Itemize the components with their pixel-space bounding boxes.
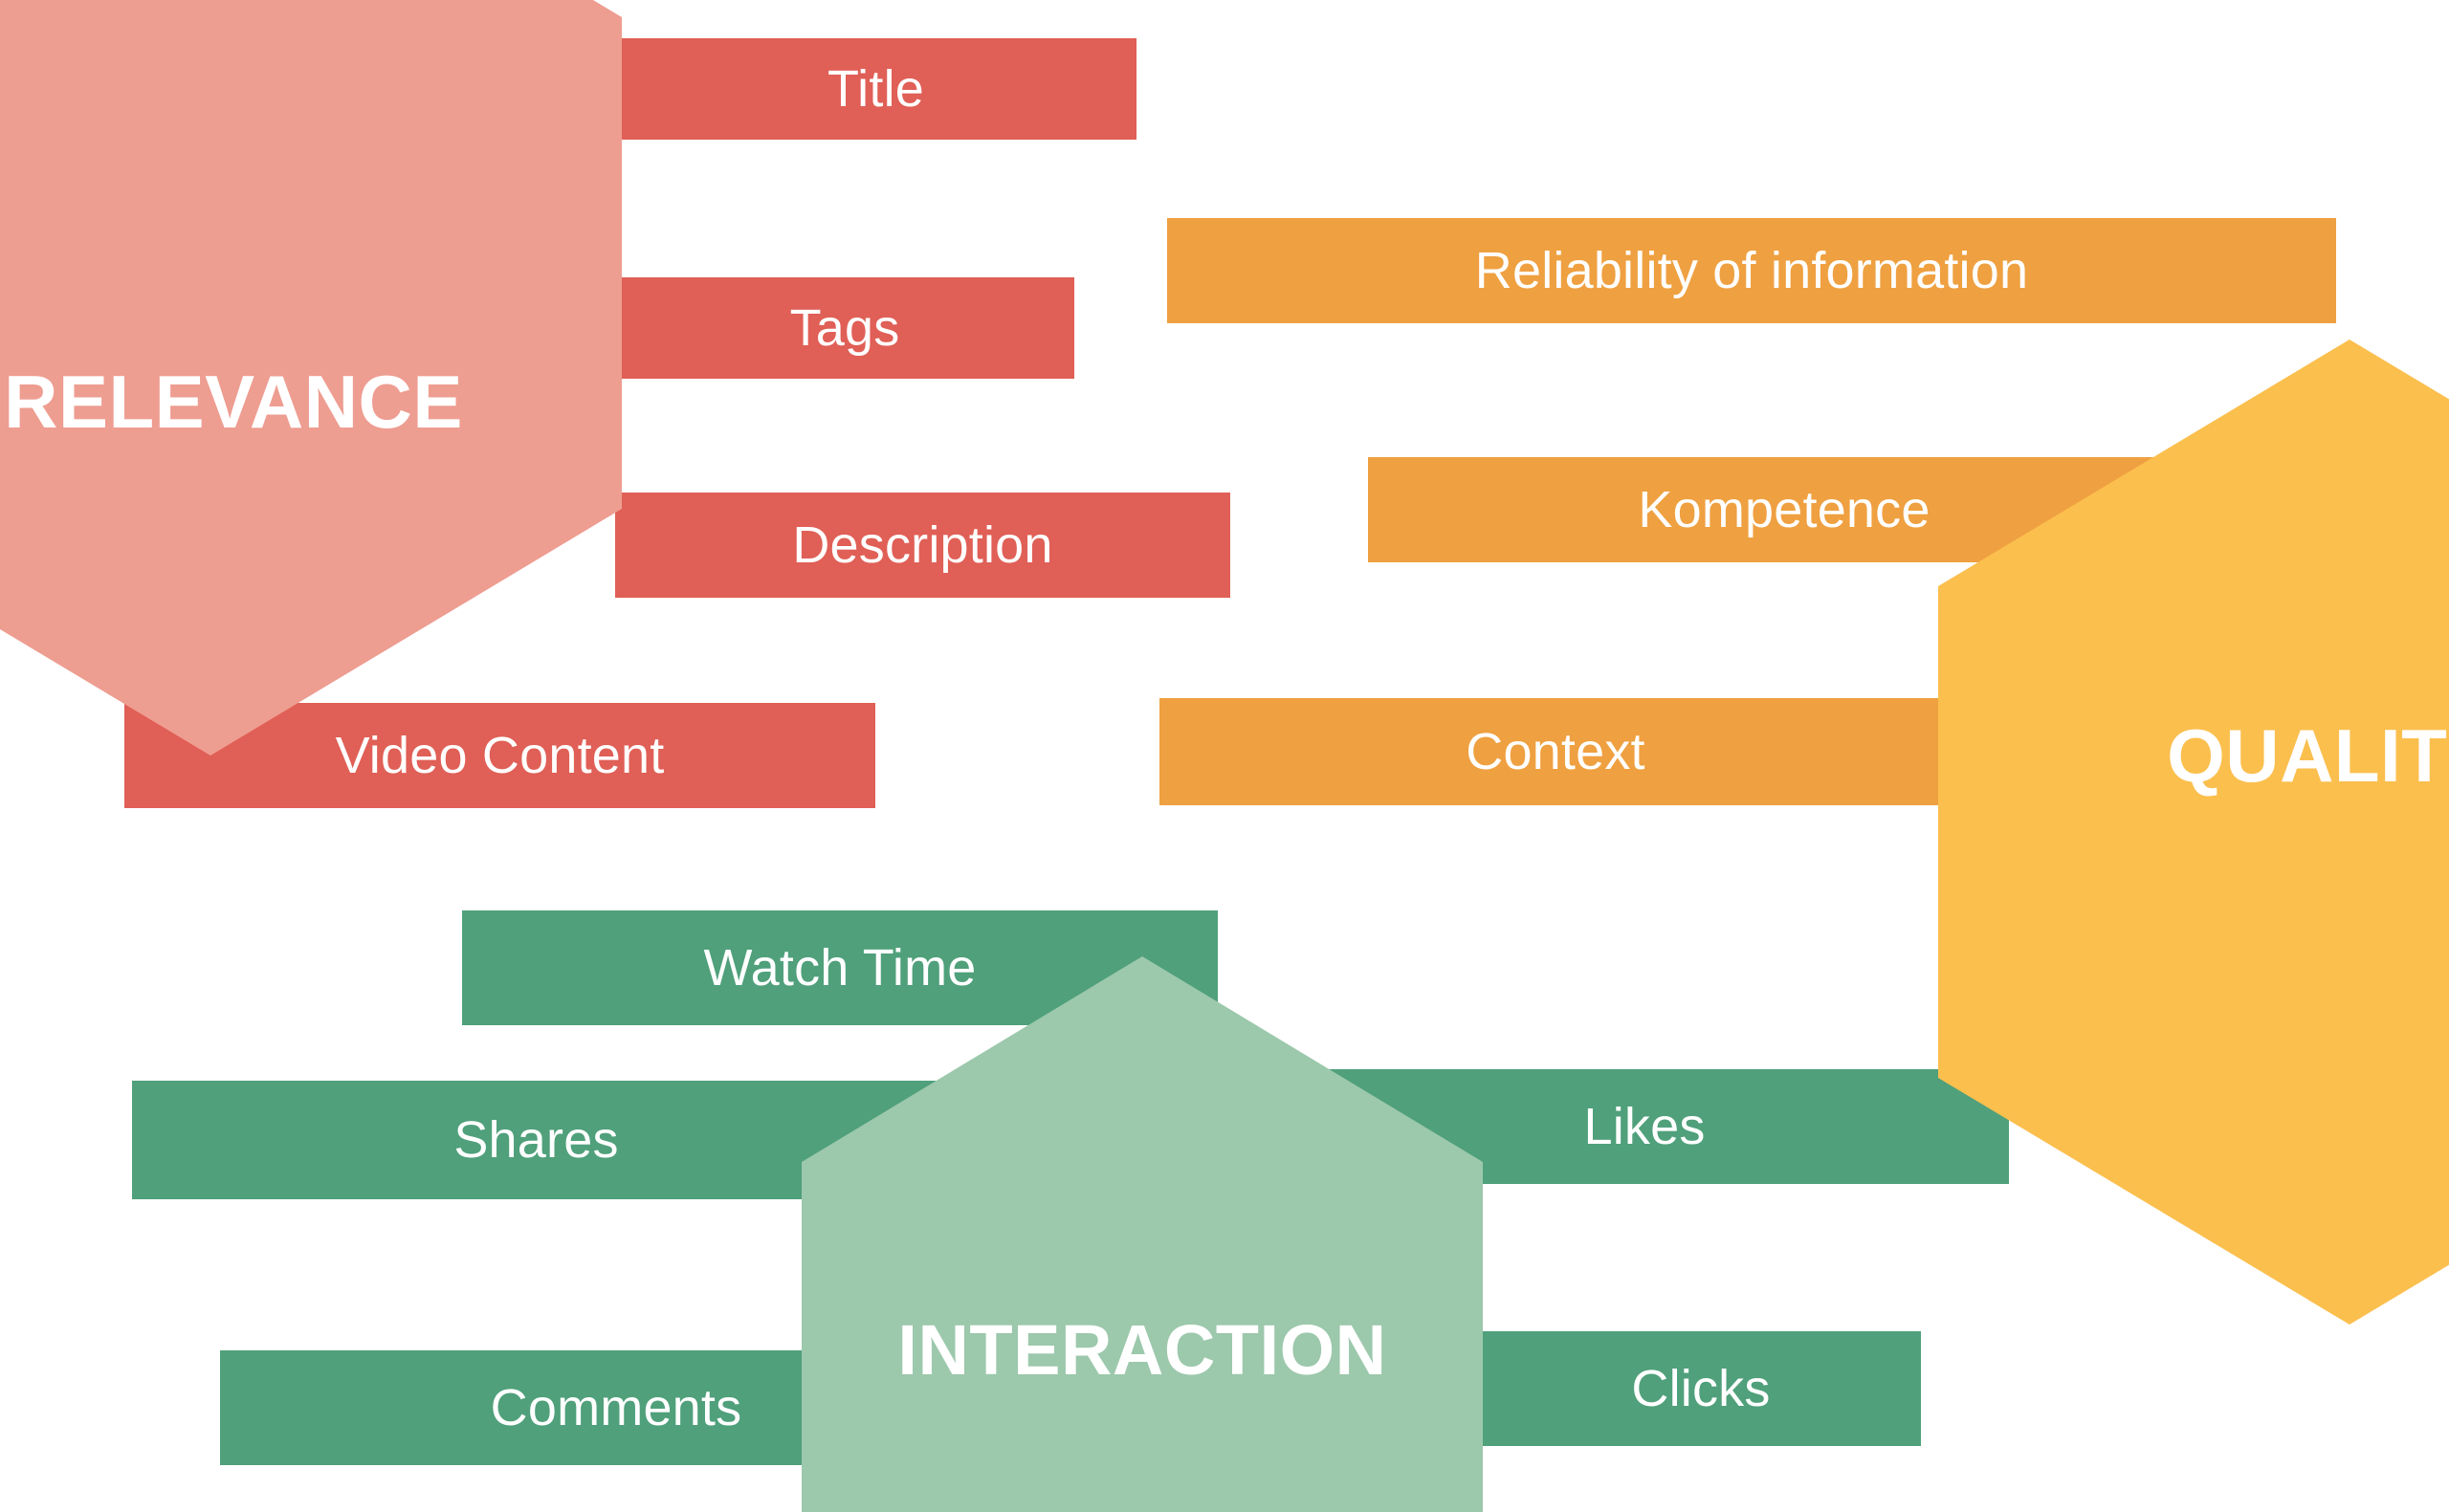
bar-context-label: Context [1466, 723, 1645, 780]
hexagon-relevance[interactable]: RELEVANCE [0, 0, 622, 756]
hexagon-interaction-label: INTERACTION [897, 1310, 1387, 1390]
bar-title[interactable]: Title [615, 38, 1136, 140]
bar-reliability-label: Reliability of information [1474, 242, 2029, 299]
bar-comments-label: Comments [490, 1379, 742, 1436]
hexagon-quality[interactable]: QUALITY [1938, 340, 2449, 1325]
bar-title-label: Title [827, 60, 924, 118]
bar-clicks[interactable]: Clicks [1481, 1331, 1921, 1446]
hexagon-quality-shape [1938, 340, 2449, 1325]
bar-likes-label: Likes [1583, 1098, 1706, 1155]
bar-context[interactable]: Context [1159, 698, 1952, 805]
bar-clicks-label: Clicks [1631, 1360, 1771, 1417]
bar-kompetence-label: Kompetence [1638, 481, 1931, 538]
bar-reliability-of-information[interactable]: Reliability of information [1167, 218, 2336, 323]
bar-description[interactable]: Description [615, 493, 1230, 598]
infographic-canvas: Title Tags Description Video Content REL… [0, 0, 2449, 1512]
bar-shares-label: Shares [453, 1111, 619, 1169]
bar-tags[interactable]: Tags [615, 277, 1074, 379]
hexagon-relevance-label: RELEVANCE [4, 360, 463, 444]
hexagon-quality-label: QUALITY [2167, 713, 2449, 798]
hexagon-interaction[interactable]: INTERACTION [802, 956, 1483, 1512]
bar-tags-label: Tags [789, 299, 900, 357]
hexagon-interaction-shape [802, 956, 1483, 1512]
bar-description-label: Description [792, 516, 1053, 574]
